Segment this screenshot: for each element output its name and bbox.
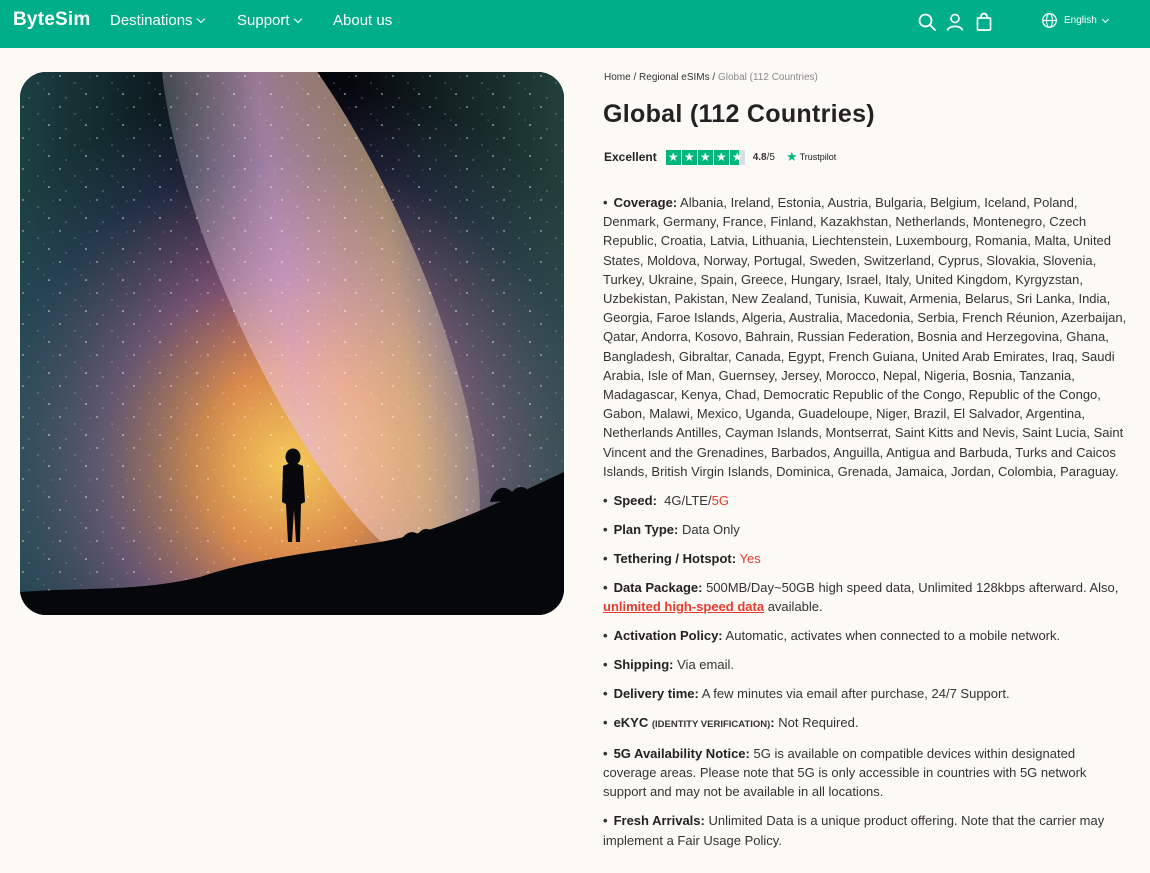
rating-stars: ★ ★ ★ ★ ★ (665, 149, 745, 165)
spec-tether-value: Yes (739, 550, 761, 566)
bytesim-logo[interactable]: ByteSim (13, 9, 90, 31)
nav-about-us[interactable]: About us (333, 12, 392, 29)
unlimited-data-link[interactable]: unlimited high-speed data (603, 599, 764, 614)
milky-way-night-sky-image (20, 72, 564, 615)
spec-plan-value: Data Only (681, 521, 740, 537)
product-hero-image (20, 72, 564, 615)
spec-ekyc-value: Not Required. (778, 715, 859, 731)
product-title: Global (112 Countries) (603, 100, 875, 128)
spec-coverage-label: Coverage: (613, 195, 678, 210)
spec-package-suffix: available. (767, 599, 823, 615)
spec-tether-label: Tethering / Hotspot: (613, 550, 737, 566)
spec-plan-label: Plan Type: (613, 521, 679, 537)
trustpilot-label: Trustpilot (799, 152, 837, 162)
spec-delivery-label: Delivery time: (613, 686, 699, 702)
spec-fresh-arrivals: • Fresh Arrivals: Unlimited Data is a uni… (603, 813, 1105, 848)
spec-shipping: • Shipping: Via email. (603, 657, 734, 673)
spec-speed-value: 4G/LTE/ (664, 492, 712, 508)
spec-speed-label: Speed: (613, 492, 657, 508)
spec-delivery-value: A few minutes via email after purchase, … (701, 686, 1010, 702)
breadcrumb-separator: / (633, 72, 637, 83)
user-icon[interactable] (945, 12, 965, 32)
trustpilot-logo: ★ Trustpilot (786, 149, 836, 165)
chevron-down-icon (196, 14, 205, 23)
spec-plan-type: • Plan Type: Data Only (603, 521, 740, 537)
spec-5g-notice: • 5G Availability Notice: 5G is available… (603, 746, 1087, 800)
nav-about-us-label: About us (333, 12, 393, 29)
spec-ekyc-sub: (IDENTITY VERIFICATION) (651, 719, 771, 731)
spec-ekyc-colon: : (770, 715, 775, 731)
trustpilot-rating[interactable]: Excellent ★ ★ ★ ★ ★ 4.8/5 ★ Trustpilot (604, 149, 836, 165)
spec-data-package: • Data Package: 500MB/Day~50GB high speed… (603, 579, 1119, 615)
chevron-down-icon (293, 14, 302, 23)
star-icon: ★ (697, 149, 713, 165)
spec-activation-policy: • Activation Policy: Automatic, activates… (603, 628, 1061, 644)
spec-package-label: Data Package: (613, 579, 703, 595)
breadcrumb-home[interactable]: Home (604, 72, 631, 83)
nav-destinations-label: Destinations (110, 12, 193, 29)
breadcrumb-regional-esims[interactable]: Regional eSIMs (639, 72, 710, 83)
spec-activation-label: Activation Policy: (613, 628, 723, 644)
star-icon: ★ (665, 149, 681, 165)
spec-ekyc-label: eKYC (613, 715, 649, 731)
spec-activation-value: Automatic, activates when connected to a… (725, 628, 1061, 644)
breadcrumb: Home / Regional eSIMs / Global (112 Coun… (604, 72, 818, 83)
star-icon: ★ (681, 149, 697, 165)
spec-speed: • Speed: 4G/LTE/5G (603, 492, 729, 508)
nav-destinations[interactable]: Destinations (110, 12, 205, 29)
spec-coverage: • Coverage: Albania, Ireland, Estonia, Au… (603, 195, 1127, 479)
top-navigation-bar: ByteSim Destinations Support About us En… (0, 0, 1150, 48)
nav-support-label: Support (237, 12, 290, 29)
language-label: English (1064, 15, 1097, 26)
language-selector[interactable]: English (1041, 12, 1109, 29)
trustpilot-star-icon: ★ (785, 149, 798, 164)
breadcrumb-current: Global (112 Countries) (717, 72, 818, 83)
half-star-icon: ★ (729, 149, 745, 165)
spec-ekyc: • eKYC (IDENTITY VERIFICATION): Not Requi… (603, 715, 859, 731)
spec-tethering: • Tethering / Hotspot: Yes (603, 550, 761, 566)
search-icon[interactable] (917, 12, 937, 32)
spec-notice-label: 5G Availability Notice: (613, 746, 750, 762)
spec-shipping-value: Via email. (677, 657, 734, 673)
rating-label: Excellent (604, 150, 657, 164)
globe-icon (1042, 13, 1057, 28)
spec-shipping-label: Shipping: (613, 657, 674, 673)
rating-value: 4.8 (752, 151, 767, 163)
chevron-down-icon (1101, 15, 1109, 23)
spec-fresh-label: Fresh Arrivals: (613, 813, 705, 829)
breadcrumb-separator: / (712, 72, 716, 83)
star-icon: ★ (713, 149, 729, 165)
spec-package-value: 500MB/Day~50GB high speed data, Unlimite… (706, 579, 1119, 595)
rating-score: 4.8/5 (753, 152, 775, 163)
product-specs-list: • Coverage: Albania, Ireland, Estonia, Au… (603, 193, 1127, 860)
spec-coverage-value: Albania, Ireland, Estonia, Austria, Bulg… (603, 195, 1127, 479)
rating-max: /5 (766, 151, 775, 163)
spec-speed-5g: 5G (711, 492, 729, 508)
cart-icon[interactable] (974, 12, 994, 32)
nav-support[interactable]: Support (237, 12, 302, 29)
spec-delivery-time: • Delivery time: A few minutes via email … (603, 686, 1010, 702)
